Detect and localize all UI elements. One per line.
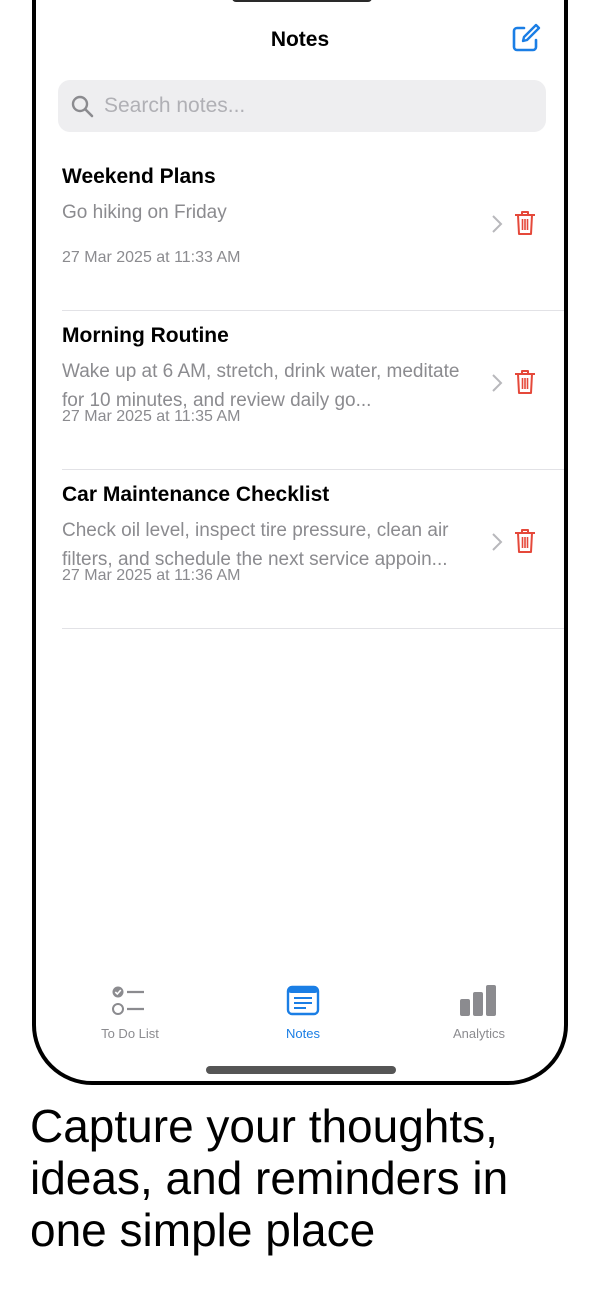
tab-label: Notes bbox=[286, 1026, 320, 1041]
tab-bar: To Do List Notes Analytics bbox=[36, 984, 564, 1044]
note-preview: Go hiking on Friday bbox=[62, 202, 227, 223]
home-indicator bbox=[206, 1066, 396, 1074]
tab-todo-list[interactable]: To Do List bbox=[70, 984, 190, 1041]
note-title: Car Maintenance Checklist bbox=[62, 483, 330, 506]
note-timestamp: 27 Mar 2025 at 11:36 AM bbox=[62, 567, 241, 584]
search-icon bbox=[71, 95, 94, 118]
note-timestamp: 27 Mar 2025 at 11:35 AM bbox=[62, 408, 241, 425]
note-item[interactable]: Weekend Plans Go hiking on Friday 27 Mar… bbox=[62, 152, 564, 311]
phone-frame: Notes Weekend Plans Go hiking on Friday … bbox=[32, 0, 568, 1085]
note-item[interactable]: Car Maintenance Checklist Check oil leve… bbox=[62, 470, 564, 629]
trash-icon[interactable] bbox=[514, 210, 536, 236]
tab-notes[interactable]: Notes bbox=[243, 984, 363, 1041]
note-icon bbox=[286, 985, 320, 1016]
note-timestamp: 27 Mar 2025 at 11:33 AM bbox=[62, 249, 241, 266]
note-preview: Check oil level, inspect tire pressure, … bbox=[62, 520, 449, 570]
promo-tagline: Capture your thoughts, ideas, and remind… bbox=[30, 1100, 509, 1256]
chevron-right-icon[interactable] bbox=[490, 214, 504, 234]
compose-icon bbox=[512, 23, 541, 52]
notes-list: Weekend Plans Go hiking on Friday 27 Mar… bbox=[62, 152, 564, 629]
tab-analytics[interactable]: Analytics bbox=[419, 984, 539, 1041]
note-preview: Wake up at 6 AM, stretch, drink water, m… bbox=[62, 361, 460, 411]
trash-icon[interactable] bbox=[514, 528, 536, 554]
search-bar[interactable] bbox=[58, 80, 546, 132]
tab-label: Analytics bbox=[452, 1026, 506, 1041]
note-title: Weekend Plans bbox=[62, 165, 216, 188]
tab-label: To Do List bbox=[101, 1026, 159, 1041]
dynamic-island bbox=[232, 0, 372, 2]
trash-icon[interactable] bbox=[514, 369, 536, 395]
bar-chart-icon bbox=[460, 985, 496, 1016]
chevron-right-icon[interactable] bbox=[490, 373, 504, 393]
chevron-right-icon[interactable] bbox=[490, 532, 504, 552]
checklist-icon bbox=[112, 986, 144, 1015]
page-title: Notes bbox=[270, 28, 330, 51]
note-item[interactable]: Morning Routine Wake up at 6 AM, stretch… bbox=[62, 311, 564, 470]
note-title: Morning Routine bbox=[62, 324, 229, 347]
search-input[interactable] bbox=[104, 94, 504, 118]
compose-button[interactable] bbox=[510, 22, 542, 54]
